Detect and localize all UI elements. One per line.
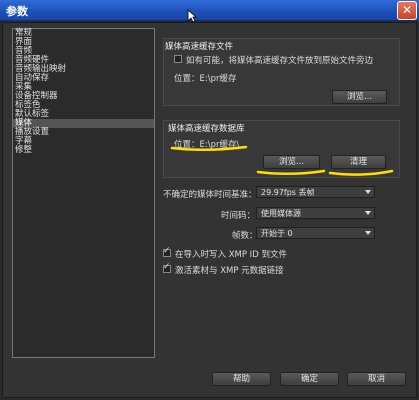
- xmp-link-label: 激活素材与 XMP 元数据链接: [175, 266, 284, 276]
- sidebar-item-titler[interactable]: 字幕: [13, 137, 154, 146]
- chevron-down-icon: [365, 211, 371, 215]
- sidebar-item-playback[interactable]: 播放设置: [13, 128, 154, 137]
- cache-beside-originals-checkbox[interactable]: [174, 55, 182, 63]
- sidebar-item-interface[interactable]: 界面: [13, 38, 154, 47]
- frame-number-value: 开始于 0: [261, 229, 293, 238]
- media-cache-db-title: 媒体高速缓存数据库: [168, 124, 245, 134]
- cache-db-location: 位置：E:\pr缓存\: [174, 140, 240, 150]
- category-list[interactable]: 常规 界面 音频 音频硬件 音频输出映射 自动保存 采集 设备控制器 标签色 默…: [12, 28, 155, 358]
- sidebar-item-general[interactable]: 常规: [13, 29, 154, 38]
- chevron-down-icon: [365, 231, 371, 235]
- timebase-dropdown[interactable]: 29.97fps 丢帧: [256, 186, 375, 198]
- timecode-dropdown[interactable]: 使用媒体源: [256, 207, 375, 219]
- xmp-link-checkbox[interactable]: [163, 262, 171, 273]
- frame-number-label: 帧数：: [232, 231, 258, 241]
- mouse-cursor-icon: [187, 9, 197, 23]
- media-cache-files-title: 媒体高速缓存文件: [165, 42, 234, 52]
- cache-files-browse-button[interactable]: 浏览...: [332, 90, 387, 104]
- help-button[interactable]: 帮助: [212, 372, 271, 386]
- write-xmp-label: 在导入时写入 XMP ID 到文件: [175, 250, 287, 260]
- ok-button[interactable]: 确定: [280, 372, 339, 386]
- timecode-value: 使用媒体源: [261, 209, 301, 218]
- window-title: 参数: [6, 5, 28, 18]
- cancel-button[interactable]: 取消: [347, 372, 406, 386]
- timebase-label: 不确定的媒体时间基准：: [163, 190, 257, 200]
- title-bar: 参数 ✕: [0, 0, 419, 21]
- frame-number-dropdown[interactable]: 开始于 0: [256, 227, 375, 239]
- cache-db-browse-button[interactable]: 浏览...: [263, 155, 320, 169]
- cache-db-clean-button[interactable]: 清理: [331, 155, 386, 169]
- close-button[interactable]: ✕: [397, 1, 417, 20]
- timebase-value: 29.97fps 丢帧: [261, 188, 315, 197]
- cache-beside-originals-label: 如有可能，将媒体高速缓存文件放到原始文件旁边: [186, 56, 374, 66]
- sidebar-item-label-defaults[interactable]: 默认标签: [13, 110, 154, 119]
- chevron-down-icon: [365, 190, 371, 194]
- sidebar-item-auto-save[interactable]: 自动保存: [13, 74, 154, 83]
- write-xmp-checkbox[interactable]: [163, 246, 171, 257]
- sidebar-item-trim[interactable]: 修整: [13, 146, 154, 155]
- cache-files-location: 位置：E:\pr缓存: [174, 74, 237, 84]
- timecode-label: 时间码：: [221, 211, 256, 221]
